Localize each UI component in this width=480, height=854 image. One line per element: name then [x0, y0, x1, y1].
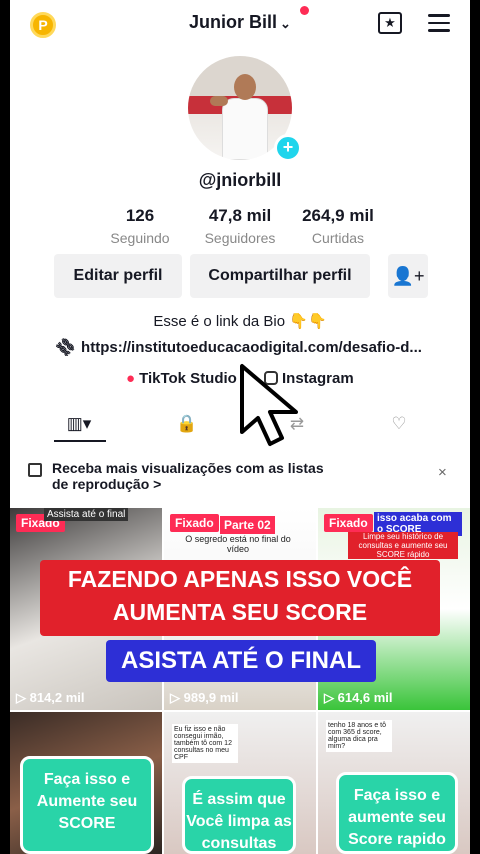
view-count: ▷ 989,9 mil — [170, 690, 239, 705]
tab-videos[interactable]: ▥▾ — [54, 408, 104, 440]
pinned-badge: Fixado — [324, 514, 373, 532]
bio-text: Esse é o link da Bio 👇👇 — [153, 313, 327, 330]
video-caption-card: Faça isso e Aumente seu SCORE — [20, 756, 154, 854]
edit-profile-button[interactable]: Editar perfil — [54, 254, 182, 298]
stat-label: Seguidores — [204, 230, 276, 246]
video-caption: Parte 02 — [220, 516, 275, 534]
stat-number: 264,9 mil — [302, 206, 374, 225]
stat-number: 47,8 mil — [208, 206, 272, 225]
notification-dot — [300, 6, 309, 15]
video-caption: Assista até o final — [44, 508, 129, 521]
username-label: Junior Bill — [189, 12, 278, 32]
studio-label: TikTok Studio — [139, 370, 237, 387]
video-thumbnail[interactable]: Faça isso e Aumente seu SCORE — [10, 712, 162, 854]
view-count: ▷ 814,2 mil — [16, 690, 85, 705]
chevron-down-icon: ⌄ — [280, 16, 291, 31]
tab-private-lock-icon[interactable]: 🔒 — [162, 408, 212, 440]
hamburger-menu-icon[interactable] — [428, 14, 450, 32]
chat-bubble: Eu fiz isso e não consegui irmão, também… — [172, 724, 238, 763]
video-thumbnail[interactable]: Eu fiz isso e não consegui irmão, também… — [164, 712, 316, 854]
video-caption-card: Faça isso e aumente seu Score rapido — [336, 772, 458, 854]
close-icon[interactable]: × — [438, 464, 447, 481]
stat-label: Curtidas — [311, 230, 365, 246]
playlist-banner[interactable]: Receba mais visualizações com as listas … — [10, 460, 470, 496]
promo-overlay-line2: AUMENTA SEU SCORE — [112, 599, 368, 625]
studio-icon: ● — [126, 370, 136, 387]
bio-link-text: https://institutoeducacaodigital.com/des… — [81, 339, 422, 356]
playlist-icon — [28, 463, 42, 477]
stat-followers[interactable]: 47,8 mil Seguidores — [190, 206, 290, 246]
video-thumbnail[interactable]: tenho 18 anos e tô com 365 d score, algu… — [318, 712, 470, 854]
profile-screen: P Junior Bill ⌄ ★ + @jniorbill 126 Seguin… — [10, 0, 470, 854]
playlist-banner-text: Receba mais visualizações com as listas … — [52, 460, 324, 492]
pinned-badge: Fixado — [170, 514, 219, 532]
add-friend-icon[interactable]: 👤+ — [388, 254, 428, 298]
active-tab-indicator — [54, 440, 106, 442]
stat-number: 126 — [125, 206, 155, 225]
video-subcaption: Limpe seu histórico de consultas e aumen… — [348, 532, 458, 559]
stat-following[interactable]: 126 Seguindo — [90, 206, 190, 246]
tab-liked-heart-icon[interactable]: ♡ — [374, 408, 424, 440]
promo-overlay-line3: ASISTA ATÉ O FINAL — [106, 640, 376, 682]
tiktok-studio-link[interactable]: ● TikTok Studio — [126, 370, 237, 387]
profile-handle: @jniorbill — [198, 170, 282, 190]
top-bar: P Junior Bill ⌄ ★ — [10, 0, 470, 46]
calendar-star-icon[interactable]: ★ — [378, 12, 402, 34]
bio-link[interactable]: ⛓ https://institutoeducacaodigital.com/de… — [56, 338, 456, 356]
mouse-cursor-icon — [240, 364, 298, 446]
video-caption-card: É assim que Você limpa as consultas — [182, 776, 296, 854]
stat-label: Seguindo — [110, 230, 170, 246]
share-profile-button[interactable]: Compartilhar perfil — [190, 254, 370, 298]
promo-overlay-line1: FAZENDO APENAS ISSO VOCÊ — [67, 566, 413, 592]
chat-bubble: tenho 18 anos e tô com 365 d score, algu… — [326, 720, 392, 752]
link-icon: ⛓ — [56, 338, 79, 356]
stat-likes[interactable]: 264,9 mil Curtidas — [288, 206, 388, 246]
add-avatar-plus-icon[interactable]: + — [274, 134, 302, 162]
video-subcaption: O segredo está no final do vídeo — [185, 534, 291, 554]
view-count: ▷ 614,6 mil — [324, 690, 393, 705]
